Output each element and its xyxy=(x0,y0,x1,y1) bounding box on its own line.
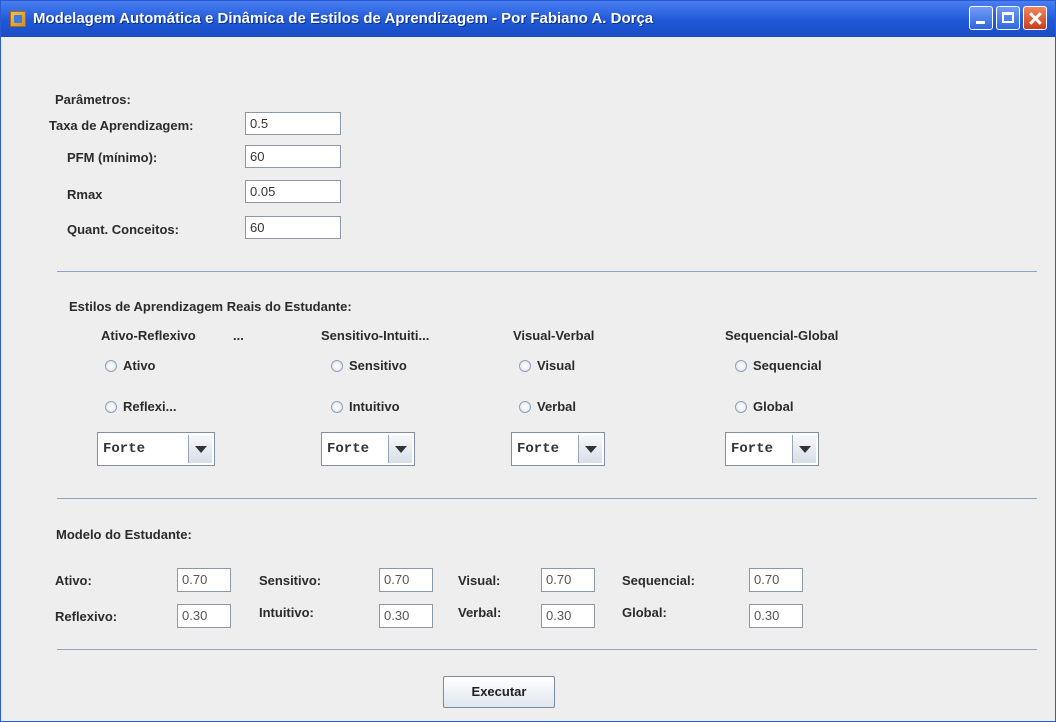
separator xyxy=(57,498,1037,499)
combo-value: Forte xyxy=(731,441,774,457)
chevron-down-icon[interactable] xyxy=(388,435,412,463)
close-button[interactable] xyxy=(1023,6,1047,30)
estilos-heading: Estilos de Aprendizagem Reais do Estudan… xyxy=(69,299,352,314)
global-value-field[interactable]: 0.30 xyxy=(749,604,803,628)
radio-circle-icon xyxy=(519,400,531,413)
separator xyxy=(57,649,1037,650)
radio-label: Ativo xyxy=(123,358,156,373)
combo-sequencial-global[interactable]: Forte xyxy=(725,432,819,466)
verbal-value-field[interactable]: 0.30 xyxy=(541,604,595,628)
radio-ativo[interactable]: Ativo xyxy=(105,358,156,373)
taxa-label: Taxa de Aprendizagem: xyxy=(49,118,194,133)
radio-reflexivo[interactable]: Reflexi... xyxy=(105,399,176,414)
radio-label: Verbal xyxy=(537,399,577,414)
radio-sensitivo[interactable]: Sensitivo xyxy=(331,358,407,373)
group-title-visual-verbal: Visual-Verbal xyxy=(513,328,595,343)
ativo-label: Ativo: xyxy=(55,573,92,588)
reflexivo-value-field[interactable]: 0.30 xyxy=(177,604,231,628)
radio-circle-icon xyxy=(735,400,747,413)
rmax-input[interactable]: 0.05 xyxy=(245,180,341,203)
window-title: Modelagem Automática e Dinâmica de Estil… xyxy=(33,10,654,27)
chevron-down-icon[interactable] xyxy=(188,435,212,463)
combo-sensitivo-intuitivo[interactable]: Forte xyxy=(321,432,415,466)
executar-button[interactable]: Executar xyxy=(443,676,555,708)
radio-circle-icon xyxy=(735,359,747,372)
radio-sequencial[interactable]: Sequencial xyxy=(735,358,822,373)
radio-visual[interactable]: Visual xyxy=(519,358,575,373)
quant-input[interactable]: 60 xyxy=(245,216,341,239)
combo-value: Forte xyxy=(103,441,146,457)
sequencial-label: Sequencial: xyxy=(622,573,695,588)
combo-value: Forte xyxy=(517,441,560,457)
radio-intuitivo[interactable]: Intuitivo xyxy=(331,399,400,414)
combo-visual-verbal[interactable]: Forte xyxy=(511,432,605,466)
title-bar[interactable]: Modelagem Automática e Dinâmica de Estil… xyxy=(1,1,1055,37)
radio-circle-icon xyxy=(331,400,343,413)
pfm-label: PFM (mínimo): xyxy=(67,150,158,165)
sensitivo-label: Sensitivo: xyxy=(259,573,322,588)
chevron-down-icon[interactable] xyxy=(578,435,602,463)
verbal-label: Verbal: xyxy=(458,605,502,620)
radio-circle-icon xyxy=(105,359,117,372)
combo-value: Forte xyxy=(327,441,370,457)
radio-label: Reflexi... xyxy=(123,399,177,414)
sequencial-value-field[interactable]: 0.70 xyxy=(749,568,803,592)
radio-verbal[interactable]: Verbal xyxy=(519,399,576,414)
intuitivo-value-field[interactable]: 0.30 xyxy=(379,604,433,628)
minimize-button[interactable] xyxy=(969,6,993,30)
radio-label: Intuitivo xyxy=(349,399,400,414)
maximize-button[interactable] xyxy=(996,6,1020,30)
java-app-icon xyxy=(10,11,26,27)
separator xyxy=(57,271,1037,272)
visual-value-field[interactable]: 0.70 xyxy=(541,568,595,592)
chevron-down-icon[interactable] xyxy=(792,435,816,463)
group-title-ellipsis: ... xyxy=(233,328,244,343)
group-title-sequencial-global: Sequencial-Global xyxy=(725,328,839,343)
taxa-input[interactable]: 0.5 xyxy=(245,112,341,135)
parametros-heading: Parâmetros: xyxy=(55,92,131,107)
radio-global[interactable]: Global xyxy=(735,399,793,414)
radio-label: Visual xyxy=(537,358,576,373)
intuitivo-label: Intuitivo: xyxy=(259,605,314,620)
sensitivo-value-field[interactable]: 0.70 xyxy=(379,568,433,592)
radio-circle-icon xyxy=(519,359,531,372)
radio-label: Sequencial xyxy=(753,358,822,373)
group-title-sensitivo-intuitivo: Sensitivo-Intuiti... xyxy=(321,328,430,343)
radio-circle-icon xyxy=(331,359,343,372)
rmax-label: Rmax xyxy=(67,187,103,202)
ativo-value-field[interactable]: 0.70 xyxy=(177,568,231,592)
main-window: Modelagem Automática e Dinâmica de Estil… xyxy=(0,0,1056,722)
quant-label: Quant. Conceitos: xyxy=(67,222,179,237)
radio-label: Sensitivo xyxy=(349,358,407,373)
combo-ativo-reflexivo[interactable]: Forte xyxy=(97,432,215,466)
pfm-input[interactable]: 60 xyxy=(245,145,341,168)
radio-circle-icon xyxy=(105,400,117,413)
modelo-heading: Modelo do Estudante: xyxy=(56,527,192,542)
global-label: Global: xyxy=(622,605,667,620)
group-title-ativo-reflexivo: Ativo-Reflexivo xyxy=(101,328,196,343)
reflexivo-label: Reflexivo: xyxy=(55,609,118,624)
radio-label: Global xyxy=(753,399,794,414)
visual-label: Visual: xyxy=(458,573,501,588)
